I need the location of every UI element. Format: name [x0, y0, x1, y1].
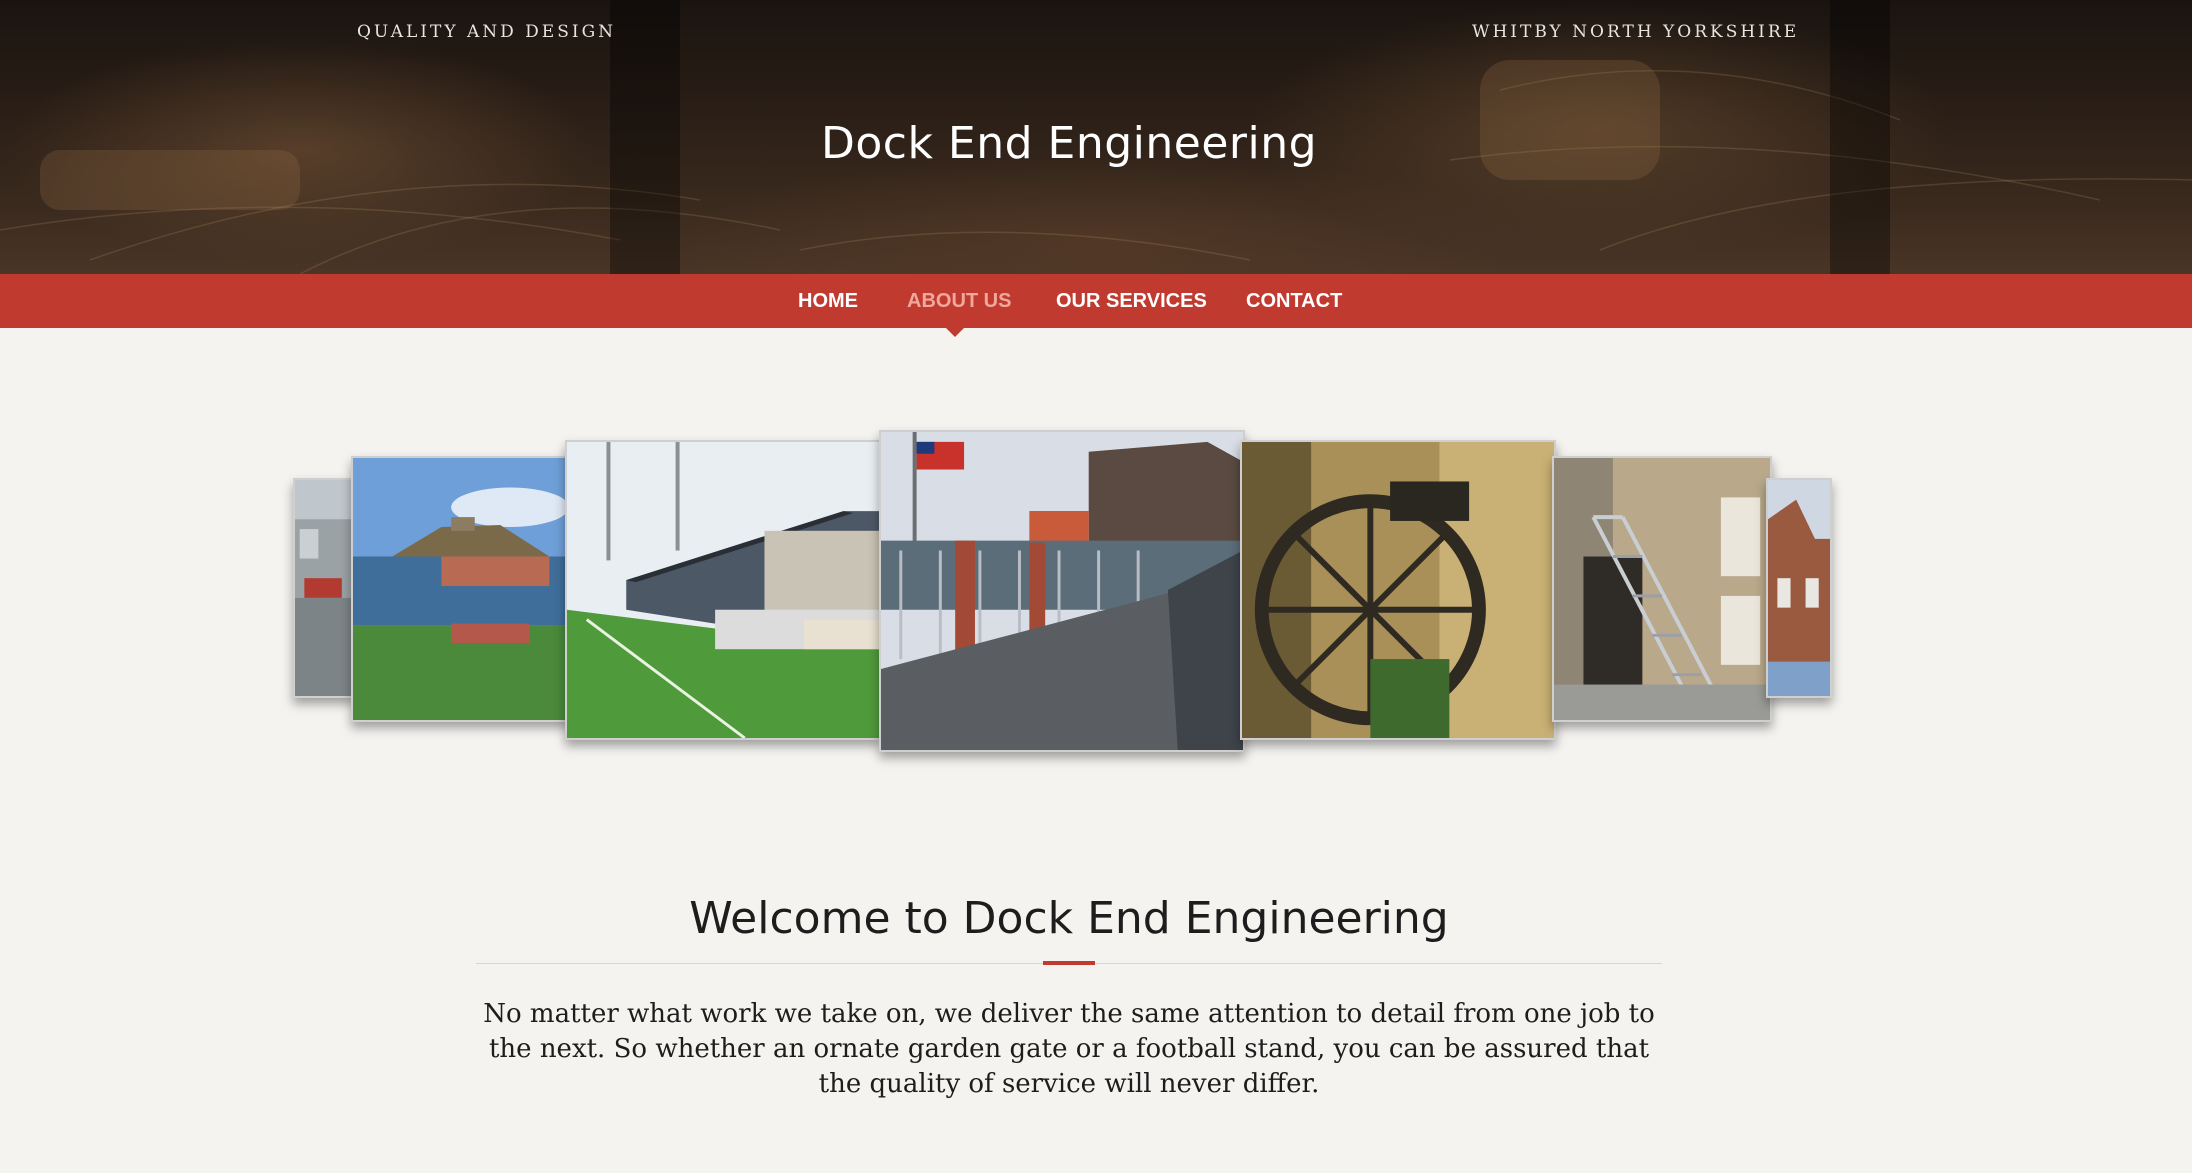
carousel-slide-whitby-abbey-harbour[interactable]	[351, 456, 571, 722]
nav-item-our-services[interactable]: OUR SERVICES	[1056, 274, 1207, 328]
image-carousel	[0, 420, 2192, 760]
heading-accent-bar	[1043, 961, 1095, 965]
nav-item-about-us[interactable]: ABOUT US	[907, 274, 1011, 328]
tagline-quality: QUALITY AND DESIGN	[357, 22, 617, 42]
carousel-slide-metal-staircase[interactable]	[1552, 456, 1772, 722]
carousel-slide-brick-building[interactable]	[1766, 478, 1832, 698]
intro-paragraph: No matter what work we take on, we deliv…	[483, 999, 1655, 1099]
carousel-slide-railings-red-ensign[interactable]	[879, 430, 1245, 752]
carousel-slide-football-stand[interactable]	[565, 440, 881, 740]
site-title[interactable]: Dock End Engineering	[0, 118, 2138, 169]
carousel-slide-whitby-street[interactable]	[293, 478, 355, 698]
tagline-location: WHITBY NORTH YORKSHIRE	[1472, 22, 1800, 42]
nav-item-home[interactable]: HOME	[798, 274, 858, 328]
welcome-heading: Welcome to Dock End Engineering	[689, 893, 1449, 944]
carousel-slide-waterwheel[interactable]	[1240, 440, 1556, 740]
site-header: QUALITY AND DESIGN WHITBY NORTH YORKSHIR…	[0, 0, 2192, 274]
nav-item-contact[interactable]: CONTACT	[1246, 274, 1342, 328]
active-nav-indicator	[946, 328, 964, 337]
main-nav: HOME ABOUT US OUR SERVICES CONTACT	[0, 274, 2192, 328]
